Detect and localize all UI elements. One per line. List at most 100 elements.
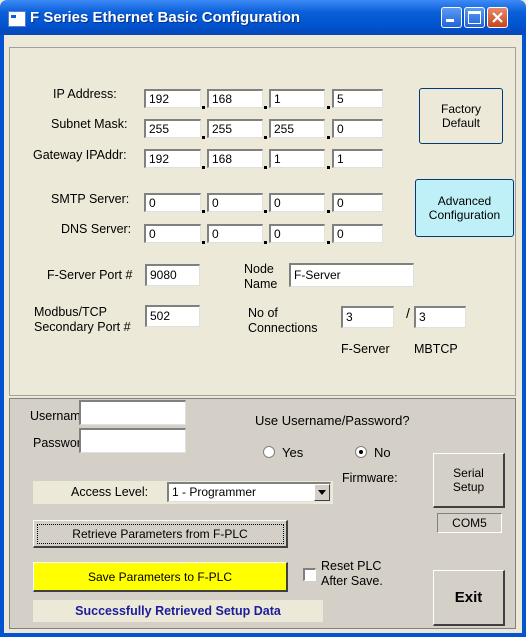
dns-server-label: DNS Server: [61, 222, 132, 236]
connections-separator: / [406, 305, 410, 321]
chevron-down-icon [318, 490, 326, 495]
fserver-caption: F-Server [341, 342, 390, 356]
smtp-server-label: SMTP Server: [51, 192, 130, 206]
separator-dot [327, 106, 330, 109]
subnet-octet-1[interactable]: 255 [144, 119, 201, 138]
app-icon [8, 11, 26, 27]
access-level-select[interactable]: 1 - Programmer [167, 482, 331, 502]
separator-dot [327, 136, 330, 139]
dns-octet-3[interactable]: 0 [269, 224, 325, 243]
no-radio[interactable] [355, 446, 367, 458]
maximize-icon [468, 11, 481, 24]
factory-default-label-1: Factory [440, 102, 481, 116]
yes-label: Yes [282, 445, 304, 460]
factory-default-button[interactable]: Factory Default [419, 88, 503, 144]
advanced-label-1: Advanced [437, 194, 492, 208]
connections-label-1: No of [248, 306, 278, 320]
minimize-icon [446, 19, 454, 22]
status-bar: Successfully Retrieved Setup Data [33, 600, 323, 622]
retrieve-label: Retrieve Parameters from F-PLC [72, 526, 248, 541]
dns-octet-4[interactable]: 0 [332, 224, 383, 243]
serial-setup-button[interactable]: Serial Setup [433, 453, 505, 508]
password-field[interactable] [79, 428, 186, 453]
subnet-octet-4[interactable]: 0 [332, 119, 383, 138]
subnet-octet-2[interactable]: 255 [207, 119, 263, 138]
connections-label-2: Connections [248, 321, 318, 335]
exit-button[interactable]: Exit [433, 570, 505, 626]
exit-label: Exit [454, 588, 483, 606]
separator-dot [327, 166, 330, 169]
separator-dot [202, 106, 205, 109]
separator-dot [327, 210, 330, 213]
access-level-value: 1 - Programmer [172, 485, 257, 499]
fserver-connections-field[interactable]: 3 [341, 306, 394, 328]
gateway-octet-1[interactable]: 192 [144, 149, 201, 168]
subnet-mask-label: Subnet Mask: [51, 117, 128, 131]
modbus-label-2: Secondary Port # [34, 320, 131, 334]
retrieve-parameters-button[interactable]: Retrieve Parameters from F-PLC [33, 520, 288, 548]
node-name-field[interactable]: F-Server [289, 263, 414, 287]
separator-dot [202, 210, 205, 213]
close-button[interactable] [487, 7, 508, 28]
fserver-port-label: F-Server Port # [47, 268, 133, 282]
ip-address-label: IP Address: [53, 87, 117, 101]
serial-setup-label-1: Serial [453, 466, 484, 480]
separator-dot [202, 136, 205, 139]
smtp-octet-3[interactable]: 0 [269, 193, 325, 212]
separator-dot [202, 166, 205, 169]
separator-dot [264, 106, 267, 109]
maximize-button[interactable] [464, 7, 485, 28]
mbtcp-connections-field[interactable]: 3 [414, 306, 466, 328]
status-message: Successfully Retrieved Setup Data [75, 604, 281, 618]
gateway-octet-4[interactable]: 1 [332, 149, 383, 168]
username-field[interactable] [79, 400, 186, 425]
gateway-octet-2[interactable]: 168 [207, 149, 263, 168]
save-parameters-button[interactable]: Save Parameters to F-PLC [33, 562, 288, 592]
ip-octet-1[interactable]: 192 [144, 89, 201, 108]
gateway-label: Gateway IPAddr: [33, 148, 127, 162]
minimize-button[interactable] [441, 7, 462, 28]
node-name-label-1: Node [244, 262, 274, 276]
ip-octet-4[interactable]: 5 [332, 89, 383, 108]
subnet-octet-3[interactable]: 255 [269, 119, 325, 138]
gateway-octet-3[interactable]: 1 [269, 149, 325, 168]
close-icon [492, 12, 503, 23]
separator-dot [264, 136, 267, 139]
window-title: F Series Ethernet Basic Configuration [30, 9, 301, 26]
modbus-port-field[interactable]: 502 [145, 305, 200, 327]
smtp-octet-1[interactable]: 0 [144, 193, 201, 212]
ip-octet-3[interactable]: 1 [269, 89, 325, 108]
dns-octet-1[interactable]: 0 [144, 224, 201, 243]
smtp-octet-2[interactable]: 0 [207, 193, 263, 212]
advanced-label-2: Configuration [428, 208, 501, 222]
firmware-label: Firmware: [342, 471, 398, 485]
config-window: F Series Ethernet Basic Configuration IP… [0, 0, 526, 637]
use-credentials-label: Use Username/Password? [255, 413, 410, 428]
separator-dot [202, 241, 205, 244]
dropdown-button[interactable] [314, 484, 330, 501]
reset-plc-label-2: After Save. [321, 574, 383, 588]
separator-dot [264, 166, 267, 169]
node-name-label-2: Name [244, 277, 278, 291]
dns-octet-2[interactable]: 0 [207, 224, 263, 243]
yes-radio[interactable] [263, 446, 275, 458]
save-label: Save Parameters to F-PLC [87, 569, 233, 584]
advanced-configuration-button[interactable]: Advanced Configuration [415, 179, 514, 237]
com-port-display: COM5 [437, 513, 502, 533]
ip-octet-2[interactable]: 168 [207, 89, 263, 108]
modbus-label-1: Modbus/TCP [34, 305, 107, 319]
serial-setup-label-2: Setup [452, 480, 485, 494]
com-port-label: COM5 [452, 516, 487, 530]
access-level-label: Access Level: [71, 485, 149, 499]
mbtcp-caption: MBTCP [414, 342, 458, 356]
reset-plc-label-1: Reset PLC [321, 559, 382, 573]
smtp-octet-4[interactable]: 0 [332, 193, 383, 212]
title-bar[interactable]: F Series Ethernet Basic Configuration [0, 0, 526, 35]
fserver-port-field[interactable]: 9080 [145, 264, 200, 286]
separator-dot [327, 241, 330, 244]
separator-dot [264, 210, 267, 213]
factory-default-label-2: Default [441, 116, 480, 130]
reset-plc-checkbox[interactable] [303, 568, 316, 581]
separator-dot [264, 241, 267, 244]
no-label: No [374, 445, 391, 460]
